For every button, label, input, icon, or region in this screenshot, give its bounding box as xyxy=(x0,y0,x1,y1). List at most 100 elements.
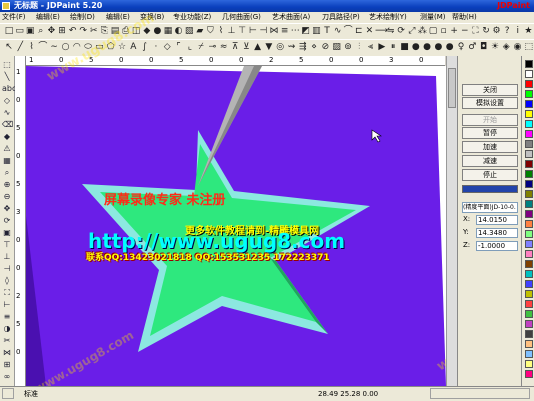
measure-icon[interactable]: ⊢ xyxy=(248,26,258,37)
sim-icon[interactable]: ▶ xyxy=(377,42,387,53)
relief-icon[interactable]: ▰ xyxy=(195,26,205,37)
smooth-icon[interactable]: ≈ xyxy=(219,42,229,53)
extend-icon[interactable]: ⟶ xyxy=(375,26,388,37)
slow-down-button[interactable]: 减速 xyxy=(462,155,518,167)
arc-draw-icon[interactable]: ⌒ xyxy=(38,42,48,53)
zoom-icon[interactable]: ⌕ xyxy=(36,26,46,37)
start-button[interactable]: 开始 xyxy=(462,114,518,126)
shade-icon[interactable]: ◐ xyxy=(174,26,184,37)
color-swatch[interactable] xyxy=(525,260,533,268)
snap-icon[interactable]: ⋈ xyxy=(269,26,279,37)
cube-icon[interactable]: ▧ xyxy=(184,26,194,37)
front-view-icon[interactable]: ⊥ xyxy=(2,252,12,262)
shell-icon[interactable]: ⊚ xyxy=(343,42,353,53)
color-swatch[interactable] xyxy=(525,70,533,78)
blend-icon[interactable]: ⋄ xyxy=(309,42,319,53)
line-tool-icon[interactable]: ╲ xyxy=(2,72,12,82)
color-swatch[interactable] xyxy=(525,280,533,288)
grid-tool-icon[interactable]: ⊞ xyxy=(2,360,12,370)
zoom-in-icon[interactable]: + xyxy=(449,26,459,37)
patch-icon[interactable]: ▨ xyxy=(332,42,342,53)
color-swatch[interactable] xyxy=(525,210,533,218)
scrollbar-thumb[interactable] xyxy=(448,68,456,108)
tool-icon[interactable]: ⊥ xyxy=(227,26,237,37)
menu-item[interactable]: 专业功能(Z) xyxy=(173,12,211,23)
map-icon[interactable]: ▦ xyxy=(2,156,12,166)
warn-icon[interactable]: ⚠ xyxy=(2,144,12,154)
trim-surface-icon[interactable]: ⊘ xyxy=(320,42,330,53)
emboss-icon[interactable]: ▲ xyxy=(253,42,263,53)
color-swatch[interactable] xyxy=(525,250,533,258)
color-yellow-icon[interactable]: ● xyxy=(445,42,455,53)
grid-icon[interactable]: ⊞ xyxy=(57,26,67,37)
wire-icon[interactable]: ⬚ xyxy=(524,42,534,53)
color-swatch[interactable] xyxy=(525,220,533,228)
color-swatch[interactable] xyxy=(525,190,533,198)
erase-icon[interactable]: ⌫ xyxy=(2,120,13,130)
join-icon[interactable]: ⊸ xyxy=(207,42,217,53)
link-icon[interactable]: ∞ xyxy=(2,372,12,382)
color-swatch[interactable] xyxy=(525,180,533,188)
split-icon[interactable]: ⫶ xyxy=(354,42,364,53)
color-swatch[interactable] xyxy=(525,310,533,318)
sphere-icon[interactable]: ● xyxy=(152,26,162,37)
abc-text-icon[interactable]: abc xyxy=(2,84,16,94)
offset-icon[interactable]: ⊏ xyxy=(354,26,364,37)
x-field[interactable]: 14.0150 xyxy=(476,215,518,225)
text-icon[interactable]: T xyxy=(322,26,332,37)
view3d-icon[interactable]: ▣ xyxy=(2,228,12,238)
color-swatch[interactable] xyxy=(525,230,533,238)
star-icon[interactable]: ★ xyxy=(523,26,533,37)
fillet-icon[interactable]: ⌜ xyxy=(174,42,184,53)
select-arrow-icon[interactable]: ↖ xyxy=(4,42,14,53)
color-green-icon[interactable]: ● xyxy=(422,42,432,53)
shield-icon[interactable]: ⛉ xyxy=(205,26,215,37)
settings-icon[interactable]: ⚙ xyxy=(492,26,502,37)
wrap-icon[interactable]: ⊻ xyxy=(241,42,251,53)
camera-icon[interactable]: ◘ xyxy=(479,42,489,53)
redo-icon[interactable]: ↷ xyxy=(78,26,88,37)
curve-icon[interactable]: ∿ xyxy=(333,26,343,37)
circle-icon[interactable]: ○ xyxy=(61,42,71,53)
menu-item[interactable]: 编辑(E) xyxy=(106,12,130,23)
menu-item[interactable]: 帮助(H) xyxy=(452,12,477,23)
sim-settings-button[interactable]: 模拟设置 xyxy=(462,97,518,109)
iso-view-icon[interactable]: ◊ xyxy=(2,276,12,286)
mesh-icon[interactable]: ▦ xyxy=(163,26,173,37)
align-icon[interactable]: ⊣ xyxy=(258,26,268,37)
speed-up-button[interactable]: 加速 xyxy=(462,141,518,153)
engrave-icon[interactable]: ▼ xyxy=(264,42,274,53)
color-swatch[interactable] xyxy=(525,320,533,328)
undo-icon[interactable]: ↶ xyxy=(68,26,78,37)
zoom-out-icon[interactable]: − xyxy=(460,26,470,37)
group-icon[interactable]: ▢ xyxy=(428,26,438,37)
color-swatch[interactable] xyxy=(525,140,533,148)
pause-button[interactable]: 暂停 xyxy=(462,127,518,139)
color-swatch[interactable] xyxy=(525,290,533,298)
new-file-icon[interactable]: □ xyxy=(4,26,14,37)
color-swatch[interactable] xyxy=(525,90,533,98)
text-draw-icon[interactable]: A xyxy=(128,42,138,53)
color-swatch[interactable] xyxy=(525,370,533,378)
trim-icon[interactable]: ✕ xyxy=(364,26,374,37)
light-icon[interactable]: ☀ xyxy=(490,42,500,53)
layer-icon[interactable]: ≡ xyxy=(280,26,290,37)
bulb-icon[interactable]: ♀ xyxy=(456,42,466,53)
close-button[interactable]: 关闭 xyxy=(462,84,518,96)
menu-item[interactable]: 艺术绘制(Y) xyxy=(369,12,407,23)
color-swatch[interactable] xyxy=(525,130,533,138)
color-swatch[interactable] xyxy=(525,160,533,168)
refresh-icon[interactable]: ↻ xyxy=(481,26,491,37)
cut-icon[interactable]: ✂ xyxy=(89,26,99,37)
node-edit-icon[interactable]: ◇ xyxy=(162,42,172,53)
lathe-icon[interactable]: ◎ xyxy=(275,42,285,53)
color-swatch[interactable] xyxy=(525,240,533,248)
vertical-scrollbar[interactable] xyxy=(446,56,457,386)
spline-icon[interactable]: ∼ xyxy=(49,42,59,53)
help-icon[interactable]: ? xyxy=(502,26,512,37)
snap-tool-icon[interactable]: ⋈ xyxy=(2,348,12,358)
color-swatch[interactable] xyxy=(525,150,533,158)
tool-select[interactable]: (精度平面)JD-10-0. xyxy=(462,202,518,213)
color-swatch[interactable] xyxy=(525,200,533,208)
project-icon[interactable]: ⊼ xyxy=(230,42,240,53)
